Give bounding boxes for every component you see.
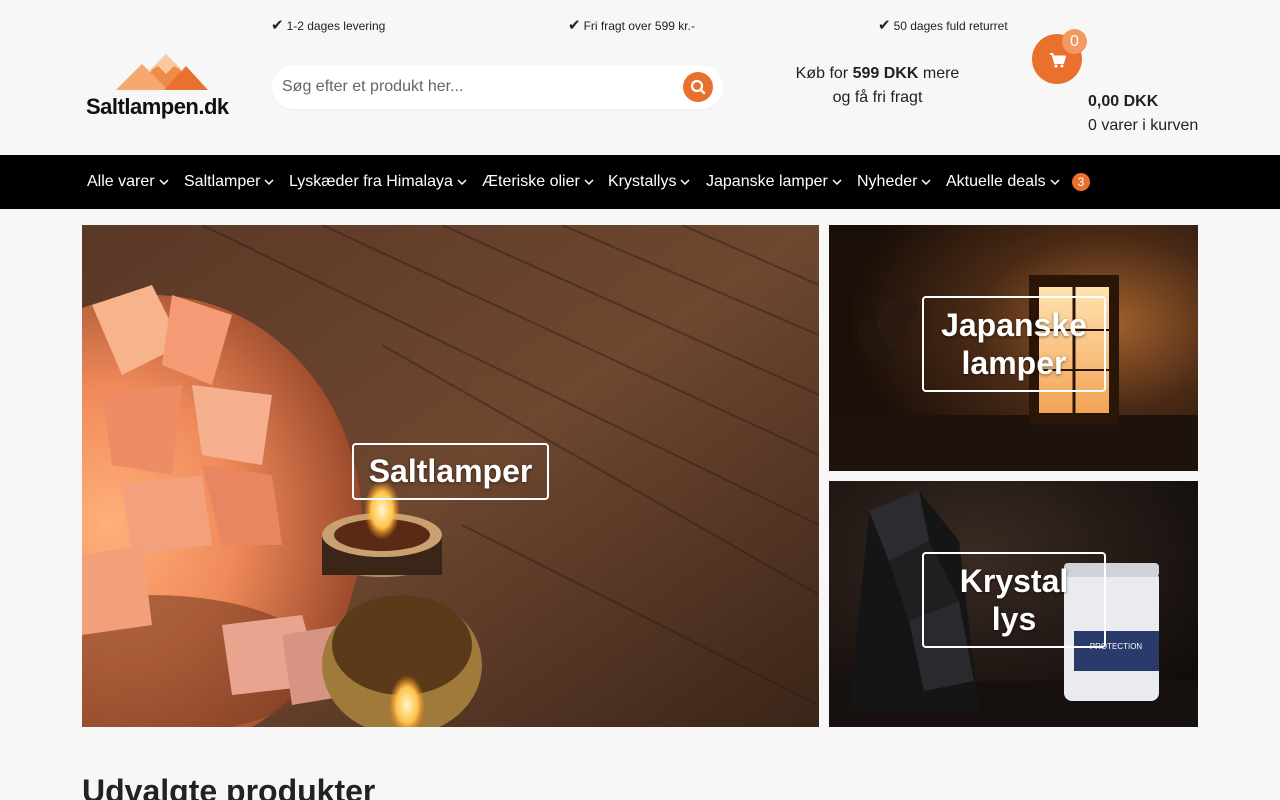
usp-delivery-text: 1-2 dages levering [286, 19, 386, 33]
nav-item-label: Saltlamper [184, 173, 261, 190]
banner-japanske-lamper-line2: lamper [961, 345, 1067, 381]
free-shipping-line1: Køb for 599 DKK mere [770, 62, 985, 86]
logo-text: Saltlampen.dk [86, 94, 229, 119]
nav-item-label: Alle varer [87, 173, 155, 190]
chevron-down-icon [457, 179, 467, 185]
nav-item-label: Japanske lamper [706, 173, 828, 190]
nav-item-krystallys[interactable]: Krystallys [608, 155, 690, 209]
banner-saltlamper-label: Saltlamper [352, 443, 549, 500]
nav-item-saltlamper[interactable]: Saltlamper [184, 155, 275, 209]
search-bar [272, 65, 723, 109]
free-shipping-line2: og få fri fragt [832, 89, 923, 106]
banner-saltlamper[interactable]: Saltlamper [82, 225, 819, 727]
banner-krystallys-label: Krystal lys [922, 552, 1106, 648]
chevron-down-icon [921, 179, 932, 185]
free-shipping-suffix: mere [922, 65, 960, 82]
banner-japanske-lamper-line1: Japanske [941, 307, 1087, 343]
usp-bar: ✔ 1-2 dages levering ✔ Fri fragt over 599 … [0, 0, 1280, 50]
nav-item-aktuelle-deals[interactable]: Aktuelle deals [946, 155, 1060, 209]
nav-item-alle-varer[interactable]: Alle varer [87, 155, 169, 209]
cart-item-count[interactable]: 0 varer i kurven [1088, 117, 1198, 135]
cart-count-badge: 0 [1062, 29, 1087, 54]
free-shipping-prefix: Køb for [795, 65, 849, 82]
usp-delivery: ✔ 1-2 dages levering [271, 16, 385, 34]
usp-returns: ✔ 50 dages fuld returret [878, 16, 1008, 34]
chevron-down-icon [264, 179, 275, 185]
banner-krystallys-line1: Krystal [959, 563, 1069, 599]
nav-item-japanske-lamper[interactable]: Japanske lamper [706, 155, 842, 209]
search-icon [690, 79, 706, 95]
site-logo[interactable]: Saltlampen.dk [86, 54, 246, 120]
chevron-down-icon [159, 179, 169, 185]
nav-item-label: Krystallys [608, 173, 677, 190]
mountain-logo-icon [116, 54, 208, 90]
deals-count-badge: 3 [1072, 173, 1090, 191]
search-button[interactable] [683, 72, 713, 102]
nav-item-lyskaeder[interactable]: Lyskæder fra Himalaya [289, 155, 467, 209]
check-icon: ✔ [878, 16, 891, 34]
nav-item-label: Æteriske olier [482, 173, 580, 190]
usp-freight: ✔ Fri fragt over 599 kr.- [568, 16, 695, 34]
nav-item-label: Lyskæder fra Himalaya [289, 173, 453, 190]
nav-item-label: Nyheder [857, 173, 918, 190]
banner-japanske-lamper[interactable]: Japanske lamper [829, 225, 1198, 471]
nav-item-aeteriske-olier[interactable]: Æteriske olier [482, 155, 594, 209]
check-icon: ✔ [568, 16, 581, 34]
banner-krystallys[interactable]: PROTECTION Krystal lys [829, 481, 1198, 727]
featured-products-title: Udvalgte produkter [82, 773, 376, 800]
search-input[interactable] [282, 65, 672, 109]
usp-freight-text: Fri fragt over 599 kr.- [583, 19, 695, 33]
chevron-down-icon [1050, 179, 1060, 185]
banner-krystallys-line2: lys [991, 601, 1037, 637]
free-shipping-notice: Køb for 599 DKK mere og få fri fragt [770, 62, 985, 110]
banner-japanske-lamper-label: Japanske lamper [922, 296, 1106, 392]
check-icon: ✔ [271, 16, 284, 34]
chevron-down-icon [680, 179, 690, 185]
chevron-down-icon [584, 179, 594, 185]
chevron-down-icon [832, 179, 842, 185]
nav-item-nyheder[interactable]: Nyheder [857, 155, 932, 209]
usp-returns-text: 50 dages fuld returret [893, 19, 1008, 33]
cart-total[interactable]: 0,00 DKK [1088, 93, 1158, 111]
free-shipping-amount: 599 DKK [852, 65, 919, 82]
nav-item-label: Aktuelle deals [946, 173, 1046, 190]
